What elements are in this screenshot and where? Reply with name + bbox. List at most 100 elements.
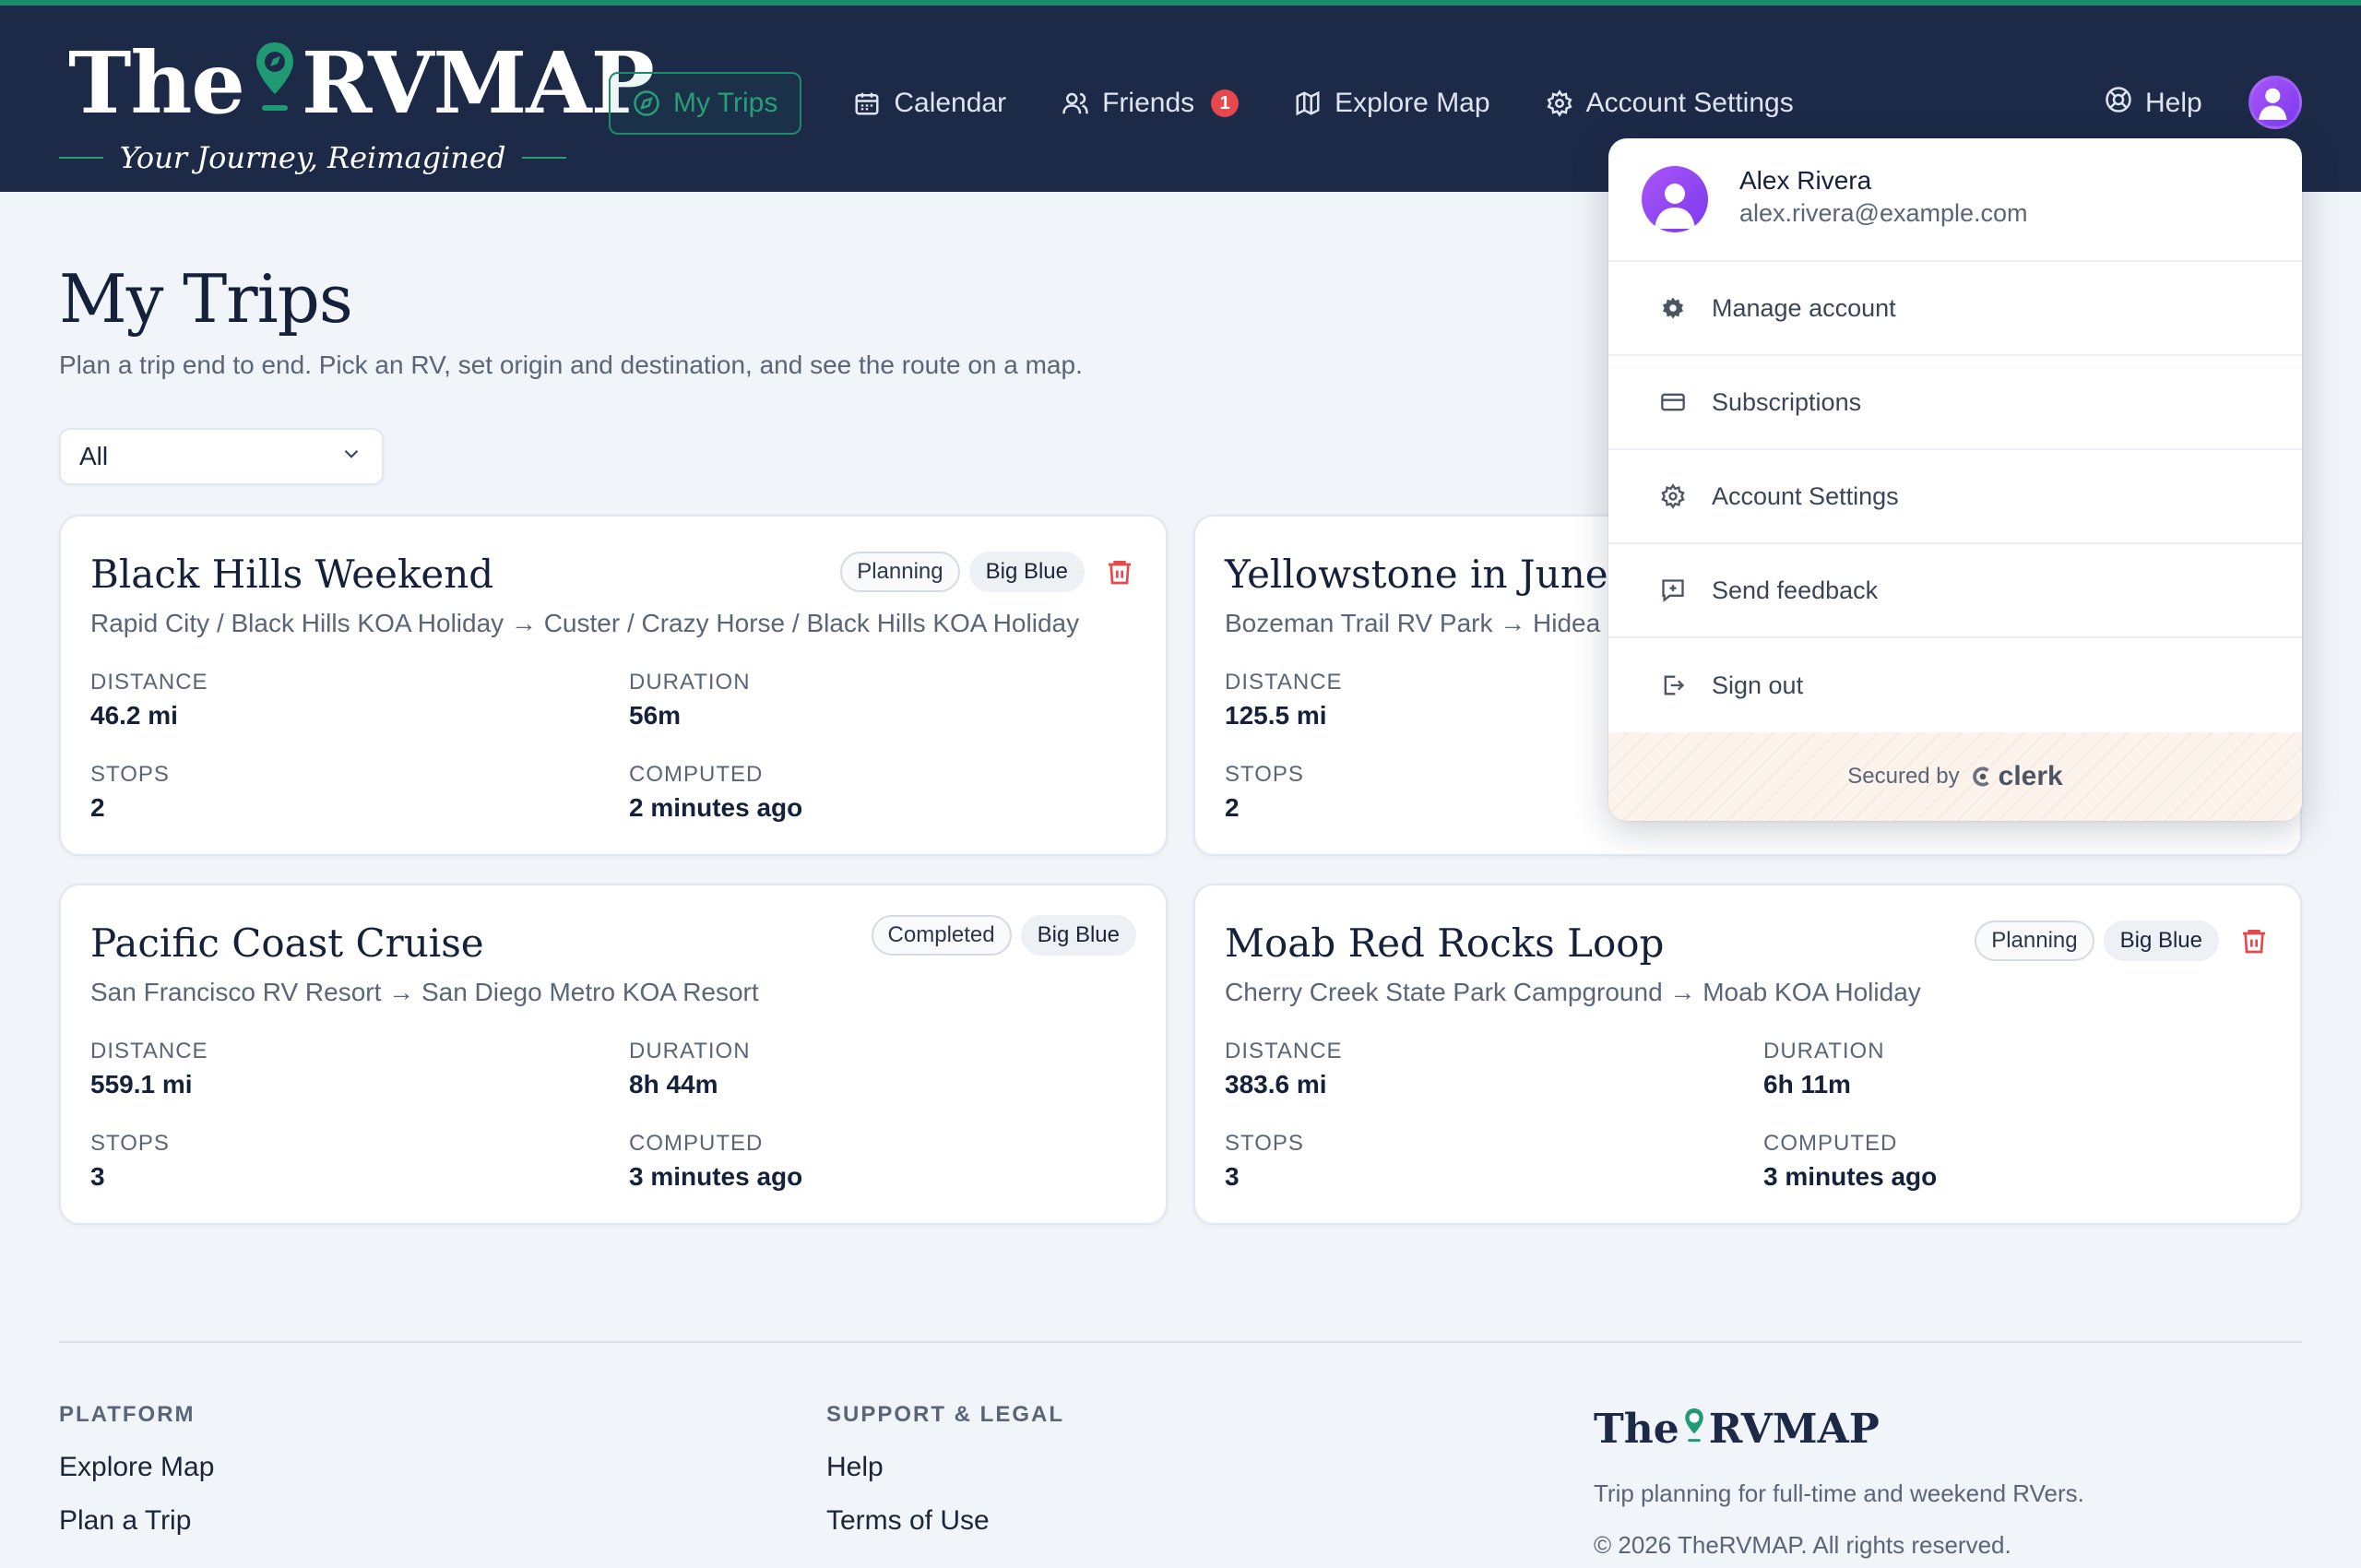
- stat-label: STOPS: [1225, 762, 1304, 787]
- menu-item-manage-account[interactable]: Manage account: [1608, 262, 2302, 356]
- avatar: [1642, 166, 1708, 232]
- nav-account-settings[interactable]: Account Settings: [1527, 72, 1812, 135]
- compass-icon: [633, 89, 660, 117]
- sign-out-icon: [1608, 672, 1710, 698]
- duration-stat: DURATION 6h 11m: [1763, 1039, 1885, 1099]
- trip-title: Yellowstone in June: [1225, 552, 1608, 597]
- trip-card[interactable]: Black Hills Weekend Planning Big Blue Ra…: [59, 515, 1168, 856]
- menu-item-account-settings[interactable]: Account Settings: [1608, 450, 2302, 544]
- feedback-icon: [1608, 577, 1710, 603]
- divider: [522, 157, 566, 159]
- footer-link-help[interactable]: Help: [826, 1452, 1064, 1483]
- menu-item-label: Send feedback: [1712, 576, 1879, 604]
- footer-link-plan-trip[interactable]: Plan a Trip: [59, 1505, 214, 1537]
- secured-by-footer: Secured by clerk: [1608, 732, 2302, 821]
- stat-label: STOPS: [90, 762, 170, 787]
- trip-card[interactable]: Moab Red Rocks Loop Planning Big Blue Ch…: [1193, 884, 2302, 1225]
- duration-stat: DURATION 56m: [629, 670, 751, 731]
- menu-item-send-feedback[interactable]: Send feedback: [1608, 544, 2302, 638]
- footer-description: Trip planning for full-time and weekend …: [1594, 1479, 2084, 1507]
- stat-label: STOPS: [90, 1131, 170, 1156]
- user-silhouette-icon: [2259, 88, 2287, 120]
- filter-value: All: [79, 442, 109, 470]
- stat-value: 125.5 mi: [1225, 701, 1327, 730]
- clerk-mark-icon: [1972, 766, 1989, 787]
- footer-logo[interactable]: The RVMAP: [1594, 1406, 1880, 1453]
- stat-value: 3 minutes ago: [629, 1162, 803, 1191]
- trip-route: San Francisco RV Resort → San Diego Metr…: [90, 978, 759, 1006]
- trip-route: Cherry Creek State Park Campground → Moa…: [1225, 978, 1921, 1006]
- lifebuoy-icon: [2105, 86, 2132, 121]
- map-pin-icon: [1684, 1408, 1703, 1443]
- map-pin-icon: [255, 42, 293, 111]
- delete-trip-button[interactable]: [2237, 924, 2271, 957]
- stat-value: 2 minutes ago: [629, 793, 803, 822]
- page-title: My Trips: [59, 260, 353, 338]
- main-nav: My Trips Calendar Friends 1 Explore Map …: [609, 72, 1831, 135]
- stat-value: 8h 44m: [629, 1070, 718, 1099]
- status-filter-select[interactable]: All: [59, 428, 384, 485]
- footer-link-explore-map[interactable]: Explore Map: [59, 1452, 214, 1483]
- stops-stat: STOPS 2: [90, 762, 170, 823]
- logo-tagline-row: Your Journey, Reimagined: [59, 140, 566, 175]
- gear-icon: [1608, 483, 1710, 509]
- nav-friends[interactable]: Friends 1: [1043, 72, 1257, 135]
- menu-item-sign-out[interactable]: Sign out: [1608, 638, 2302, 732]
- stat-label: DURATION: [629, 670, 751, 695]
- nav-calendar[interactable]: Calendar: [835, 72, 1025, 135]
- stat-value: 46.2 mi: [90, 701, 178, 730]
- help-link[interactable]: Help: [2105, 72, 2202, 135]
- stat-label: COMPUTED: [629, 1131, 764, 1156]
- stat-value: 3: [1225, 1162, 1240, 1191]
- duration-stat: DURATION 8h 44m: [629, 1039, 751, 1099]
- stat-value: 56m: [629, 701, 682, 730]
- stops-stat: STOPS 2: [1225, 762, 1304, 823]
- brand-logo[interactable]: The RVMAP Your Journey, Reimagined: [59, 33, 655, 181]
- menu-item-label: Account Settings: [1712, 481, 1899, 510]
- distance-stat: DISTANCE 46.2 mi: [90, 670, 208, 731]
- stops-stat: STOPS 3: [90, 1131, 170, 1192]
- stat-label: DISTANCE: [90, 670, 208, 695]
- user-avatar-button[interactable]: [2248, 76, 2302, 129]
- user-silhouette-icon: [1655, 184, 1695, 229]
- trip-card[interactable]: Pacific Coast Cruise Completed Big Blue …: [59, 884, 1168, 1225]
- computed-stat: COMPUTED 3 minutes ago: [629, 1131, 802, 1192]
- stat-label: DISTANCE: [1225, 670, 1343, 695]
- nav-label: Calendar: [894, 88, 1007, 118]
- secured-by-label: Secured by: [1847, 764, 1960, 789]
- stat-label: COMPUTED: [1763, 1131, 1898, 1156]
- clerk-logo[interactable]: clerk: [1971, 761, 2063, 792]
- cog-solid-icon: [1608, 295, 1710, 321]
- footer-support-column: SUPPORT & LEGAL Help Terms of Use: [826, 1402, 1064, 1559]
- nav-label: Account Settings: [1585, 88, 1794, 118]
- trip-title: Black Hills Weekend: [90, 552, 494, 597]
- distance-stat: DISTANCE 559.1 mi: [90, 1039, 208, 1099]
- user-menu-header: Alex Rivera alex.rivera@example.com: [1608, 138, 2302, 262]
- menu-item-label: Sign out: [1712, 671, 1804, 699]
- footer-heading: PLATFORM: [59, 1402, 196, 1427]
- nav-my-trips[interactable]: My Trips: [609, 72, 802, 135]
- divider: [59, 157, 103, 159]
- stat-label: DURATION: [629, 1039, 751, 1063]
- menu-item-subscriptions[interactable]: Subscriptions: [1608, 356, 2302, 450]
- computed-stat: COMPUTED 3 minutes ago: [1763, 1131, 1937, 1192]
- stat-value: 3 minutes ago: [1763, 1162, 1938, 1191]
- logo-wordmark: The RVMAP: [68, 33, 655, 133]
- stat-value: 3: [90, 1162, 105, 1191]
- status-badge: Planning: [1975, 921, 2094, 961]
- nav-explore-map[interactable]: Explore Map: [1275, 72, 1508, 135]
- stops-stat: STOPS 3: [1225, 1131, 1304, 1192]
- trip-route: Bozeman Trail RV Park → Hidea: [1225, 609, 1601, 637]
- user-email: alex.rivera@example.com: [1739, 199, 2028, 227]
- nav-label: Friends: [1102, 88, 1195, 118]
- status-badge: Planning: [840, 552, 960, 592]
- footer-link-terms[interactable]: Terms of Use: [826, 1505, 1064, 1537]
- page-subtitle: Plan a trip end to end. Pick an RV, set …: [59, 350, 1083, 379]
- footer-copyright: © 2026 TheRVMAP. All rights reserved.: [1594, 1531, 2011, 1559]
- stat-label: DISTANCE: [1225, 1039, 1343, 1063]
- delete-trip-button[interactable]: [1103, 555, 1136, 588]
- trip-route: Rapid City / Black Hills KOA Holiday → C…: [90, 609, 1080, 637]
- trip-tags: Completed Big Blue: [871, 915, 1136, 956]
- stat-value: 2: [90, 793, 105, 822]
- stat-value: 2: [1225, 793, 1240, 822]
